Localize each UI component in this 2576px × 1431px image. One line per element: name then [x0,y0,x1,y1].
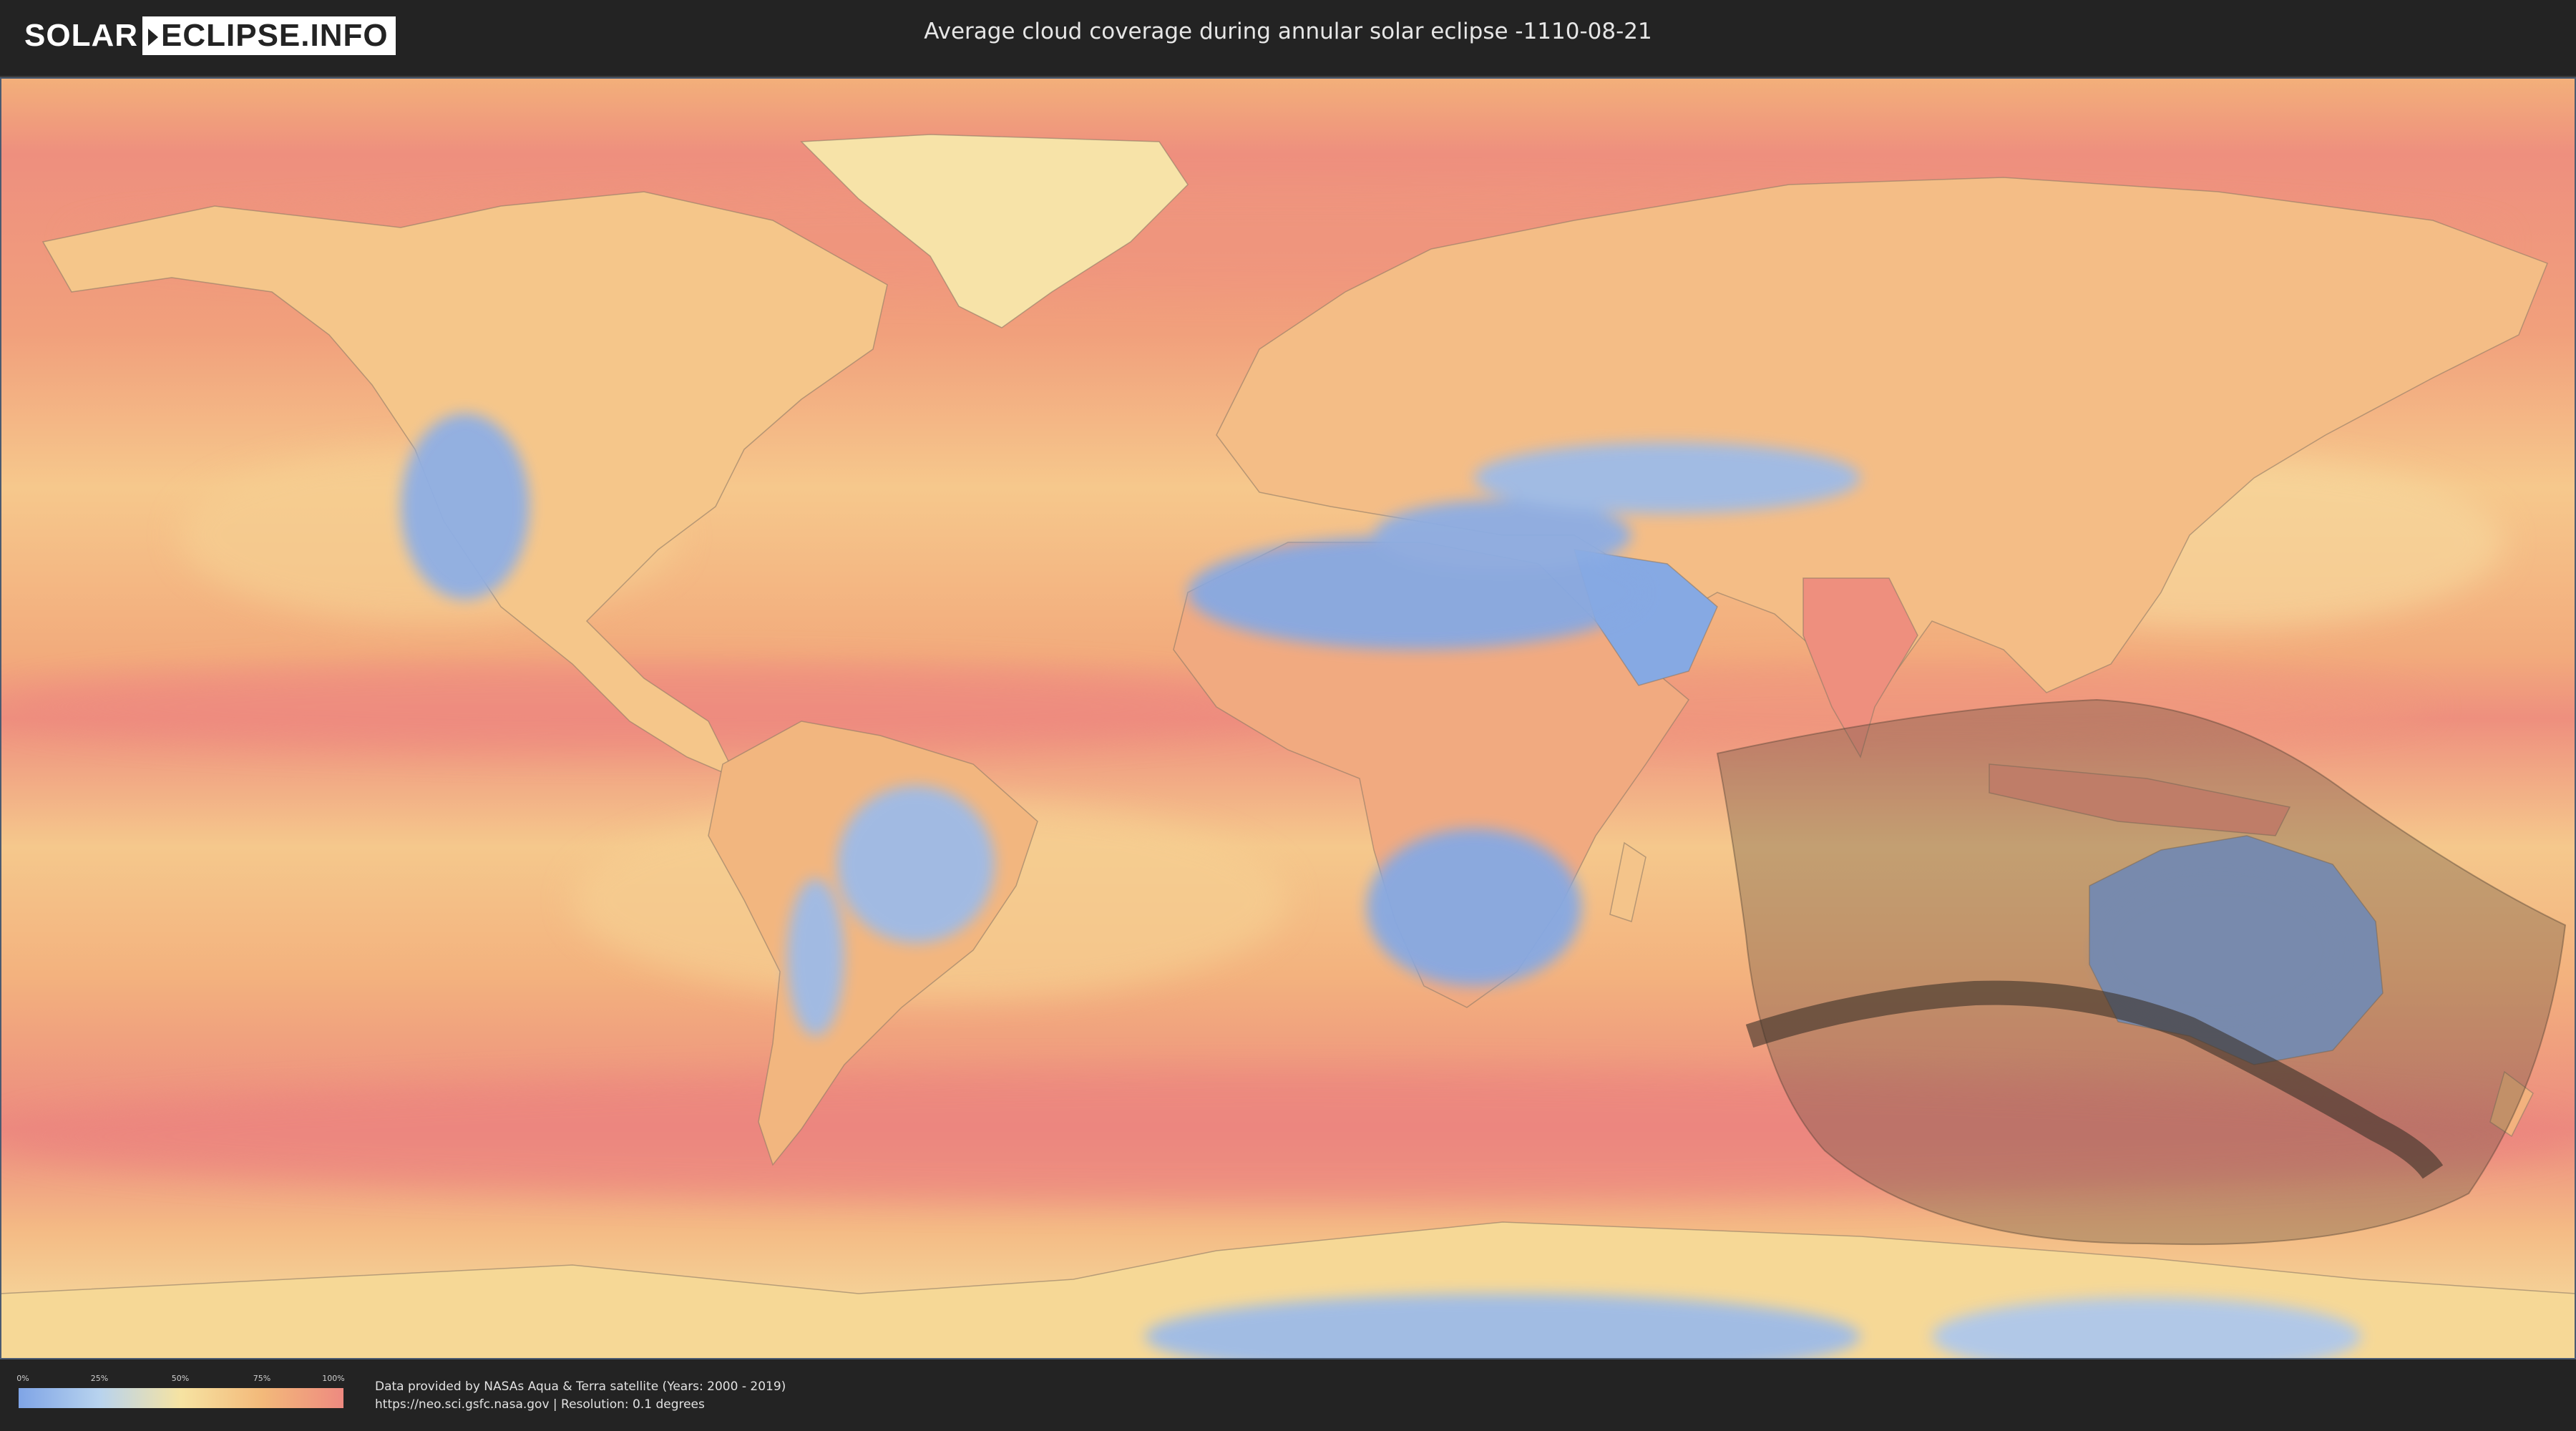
cloud-coverage-map[interactable] [0,76,2576,1359]
cloud-coverage-legend: 0% 25% 50% 75% 100% [16,1374,345,1414]
legend-tick-0: 0% [16,1374,29,1383]
legend-tick-25: 25% [90,1374,109,1383]
page-title: Average cloud coverage during annular so… [924,19,1652,44]
header-bar: SOLAR ECLIPSE.INFO Average cloud coverag… [0,0,2576,72]
legend-color-scale [19,1388,343,1408]
legend-tick-100: 100% [322,1374,345,1383]
credits-line-source: Data provided by NASAs Aqua & Terra sate… [375,1379,786,1394]
data-credits: Data provided by NASAs Aqua & Terra sate… [375,1378,786,1414]
map-canvas [0,77,2576,1359]
legend-tick-50: 50% [171,1374,190,1383]
credits-line-url[interactable]: https://neo.sci.gsfc.nasa.gov | Resoluti… [375,1396,786,1414]
legend-tick-75: 75% [253,1374,271,1383]
